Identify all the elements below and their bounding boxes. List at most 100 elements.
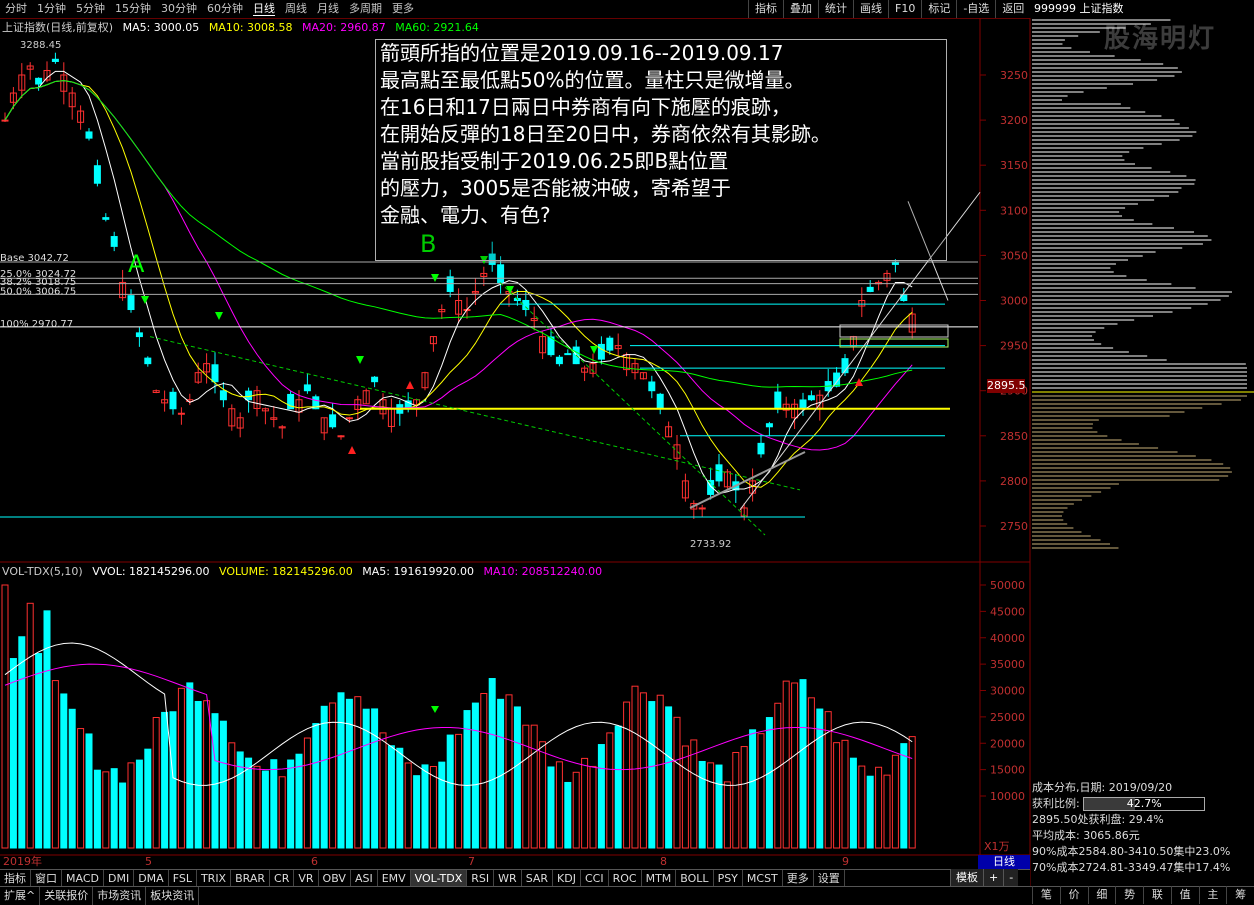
volume-bar <box>875 766 883 849</box>
candle-body <box>85 131 93 139</box>
candle-body <box>211 364 219 383</box>
right-tab-5[interactable]: 值 <box>1170 886 1199 904</box>
candle-body <box>866 286 874 292</box>
volume-bar <box>782 680 790 849</box>
ma10-legend: MA10: 3008.58 <box>208 21 293 34</box>
volume-bar <box>43 610 51 849</box>
indicator-tab-20[interactable]: MTM <box>642 870 677 887</box>
right-tab-2[interactable]: 细 <box>1087 886 1116 904</box>
indicator-tab-19[interactable]: ROC <box>609 870 642 887</box>
volume-bar <box>513 706 521 849</box>
volume-bar <box>648 701 656 849</box>
candle-body <box>656 393 664 410</box>
vol-tick-label: 35000 <box>990 658 1025 671</box>
volume-bar <box>488 678 496 849</box>
candle-body <box>337 435 345 438</box>
right-tab-0[interactable]: 笔 <box>1032 886 1060 904</box>
indicator-tab-4[interactable]: DMA <box>134 870 169 887</box>
candle-body <box>144 357 152 365</box>
volume-bar <box>203 700 211 849</box>
bottom-tab-3[interactable]: 板块资讯 <box>146 887 200 905</box>
volume-bar <box>379 732 387 849</box>
indicator-tab-25[interactable]: 设置 <box>814 870 845 887</box>
volume-bar <box>900 743 908 849</box>
indicator-tab-9[interactable]: VR <box>294 870 319 887</box>
vol-ma5-legend: MA5: 191619920.00 <box>362 565 474 578</box>
indicator-tab-11[interactable]: ASI <box>351 870 378 887</box>
volume-bar <box>572 771 580 849</box>
volume-bar <box>623 701 631 849</box>
indicator-tab-24[interactable]: 更多 <box>783 870 814 887</box>
bottom-tab-2[interactable]: 市场资讯 <box>93 887 147 905</box>
indicator-tabs: 指标 窗口 MACD DMI DMA FSL TRIX BRAR CR VR OBV ASI EMV VO… <box>0 869 1030 887</box>
volume-bar <box>681 745 689 849</box>
volume-bar <box>127 762 135 849</box>
volume-bar <box>749 729 757 849</box>
volume-bar <box>93 769 101 849</box>
candle-body <box>774 391 782 410</box>
indicator-tab-21[interactable]: BOLL <box>676 870 714 887</box>
indicator-tab-1[interactable]: 窗口 <box>31 870 62 887</box>
indicator-tab-6[interactable]: TRIX <box>197 870 232 887</box>
volume-bar <box>455 733 463 849</box>
indicator-tab-13[interactable]: VOL-TDX <box>410 870 468 887</box>
candle-body <box>219 390 227 401</box>
right-tab-4[interactable]: 联 <box>1143 886 1171 904</box>
right-tab-7[interactable]: 筹 <box>1226 886 1254 904</box>
fib-label: Base 3042.72 <box>0 253 69 264</box>
indicator-tab-10[interactable]: OBV <box>319 870 351 887</box>
indicator-tab-12[interactable]: EMV <box>378 870 411 887</box>
indicator-tab-23[interactable]: MCST <box>743 870 783 887</box>
indicator-tab-22[interactable]: PSY <box>714 870 743 887</box>
volume-bar <box>429 765 437 849</box>
price-tick-label: 3000 <box>1000 295 1028 308</box>
volume-bar <box>161 711 169 849</box>
volume-bar <box>656 694 664 849</box>
bottom-tab-0[interactable]: 扩展^ <box>0 887 41 905</box>
date-m8: 8 <box>660 855 667 868</box>
indicator-tab-7[interactable]: BRAR <box>231 870 271 887</box>
side-button-0[interactable]: 模板 <box>950 869 983 886</box>
candle-body <box>177 412 185 415</box>
bottom-tab-1[interactable]: 关联报价 <box>40 887 94 905</box>
signal-down-arrow <box>590 346 598 354</box>
signal-down-arrow <box>141 296 149 304</box>
volume-bar <box>732 751 740 849</box>
volume-bar <box>211 713 219 849</box>
right-tab-3[interactable]: 势 <box>1115 886 1143 904</box>
indicator-tab-15[interactable]: WR <box>494 870 522 887</box>
price-tick-label: 3250 <box>1000 69 1028 82</box>
volume-bar <box>51 680 59 849</box>
volume-bar <box>278 776 286 849</box>
high-label: 3288.45 <box>20 40 61 51</box>
volume-bar <box>144 748 152 849</box>
side-button-1[interactable]: + <box>983 869 1004 886</box>
candle-body <box>345 417 353 420</box>
indicator-tab-5[interactable]: FSL <box>169 870 197 887</box>
candle-body <box>127 295 135 311</box>
indicator-tab-2[interactable]: MACD <box>62 870 104 887</box>
volume-bar <box>707 762 715 849</box>
vol-tick-label: 25000 <box>990 711 1025 724</box>
volume-bar <box>312 723 320 849</box>
indicator-tab-14[interactable]: RSI <box>467 870 495 887</box>
right-tab-6[interactable]: 主 <box>1198 886 1227 904</box>
indicator-tab-17[interactable]: KDJ <box>553 870 581 887</box>
indicator-tab-16[interactable]: SAR <box>522 870 554 887</box>
volume-bar <box>471 702 479 849</box>
candle-body <box>606 337 614 351</box>
indicator-tab-0[interactable]: 指标 <box>0 870 31 887</box>
period-indicator[interactable]: 日线 <box>978 855 1030 869</box>
volume-bar <box>891 754 899 849</box>
price-legend: 上证指数(日线,前复权) MA5: 3000.05 MA10: 3008.58 … <box>2 20 485 36</box>
indicator-tab-3[interactable]: DMI <box>104 870 135 887</box>
indicator-tab-18[interactable]: CCI <box>581 870 609 887</box>
indicator-tab-8[interactable]: CR <box>270 870 295 887</box>
volume-legend: VOLUME: 182145296.00 <box>219 565 353 578</box>
current-price-label: 2895.5 <box>987 379 1026 393</box>
side-button-2[interactable]: - <box>1003 869 1019 886</box>
right-tab-1[interactable]: 价 <box>1059 886 1088 904</box>
ma20-legend: MA20: 2960.87 <box>302 21 386 34</box>
volume-bar <box>715 764 723 849</box>
low-label: 2733.92 <box>690 539 731 550</box>
